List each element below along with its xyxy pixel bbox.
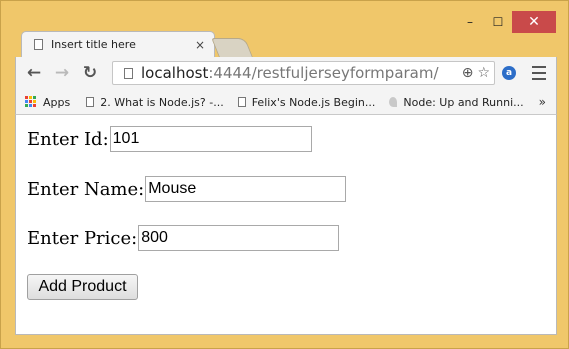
bookmark-apps[interactable]: Apps (43, 96, 70, 109)
name-input[interactable] (145, 176, 347, 202)
bookmark-favicon-icon (389, 97, 398, 107)
url-text[interactable]: localhost:4444/restfuljerseyformparam/ (141, 64, 462, 82)
page-icon (124, 67, 133, 79)
page-icon (86, 97, 95, 107)
page-content: Enter Id: Enter Name: Enter Price: Add P… (15, 115, 557, 335)
extension-icon[interactable]: a (501, 64, 517, 82)
bookmark-item[interactable]: Node: Up and Runni... (389, 96, 524, 109)
minimize-button[interactable]: – (456, 11, 484, 33)
name-label: Enter Name: (27, 178, 145, 200)
address-bar[interactable]: localhost:4444/restfuljerseyformparam/ ⊕… (112, 61, 495, 85)
apps-icon[interactable] (25, 96, 37, 108)
back-arrow-icon[interactable]: ← (24, 63, 44, 83)
bookmark-item[interactable]: Felix's Node.js Begin... (237, 96, 375, 109)
id-input[interactable] (109, 126, 312, 152)
tab-active[interactable]: Insert title here × (21, 31, 215, 57)
add-product-button[interactable]: Add Product (27, 274, 138, 300)
page-icon (237, 97, 246, 107)
tab-close-icon[interactable]: × (195, 38, 205, 52)
zoom-icon[interactable]: ⊕ (462, 65, 474, 81)
tab-title: Insert title here (51, 38, 136, 51)
browser-window: – ☐ ✕ Insert title here × ← → ↻ localhos… (0, 0, 569, 349)
new-tab-button[interactable] (211, 38, 253, 57)
forward-arrow-icon[interactable]: → (52, 63, 72, 83)
bookmarks-bar: Apps 2. What is Node.js? -... Felix's No… (15, 90, 557, 115)
window-controls: – ☐ ✕ (456, 11, 556, 33)
page-icon (34, 39, 43, 50)
reload-icon[interactable]: ↻ (80, 63, 100, 83)
id-row: Enter Id: (27, 126, 312, 152)
menu-icon[interactable] (532, 66, 546, 80)
bookmarks-overflow-icon[interactable]: » (539, 95, 546, 109)
price-row: Enter Price: (27, 225, 340, 251)
browser-toolbar: ← → ↻ localhost:4444/restfuljerseyformpa… (15, 57, 557, 90)
price-input[interactable] (138, 225, 340, 251)
name-row: Enter Name: (27, 176, 347, 202)
price-label: Enter Price: (27, 227, 138, 249)
maximize-button[interactable]: ☐ (484, 11, 512, 33)
id-label: Enter Id: (27, 128, 109, 150)
bookmark-star-icon[interactable]: ☆ (477, 65, 490, 81)
close-window-button[interactable]: ✕ (512, 11, 556, 33)
bookmark-item[interactable]: 2. What is Node.js? -... (86, 96, 224, 109)
